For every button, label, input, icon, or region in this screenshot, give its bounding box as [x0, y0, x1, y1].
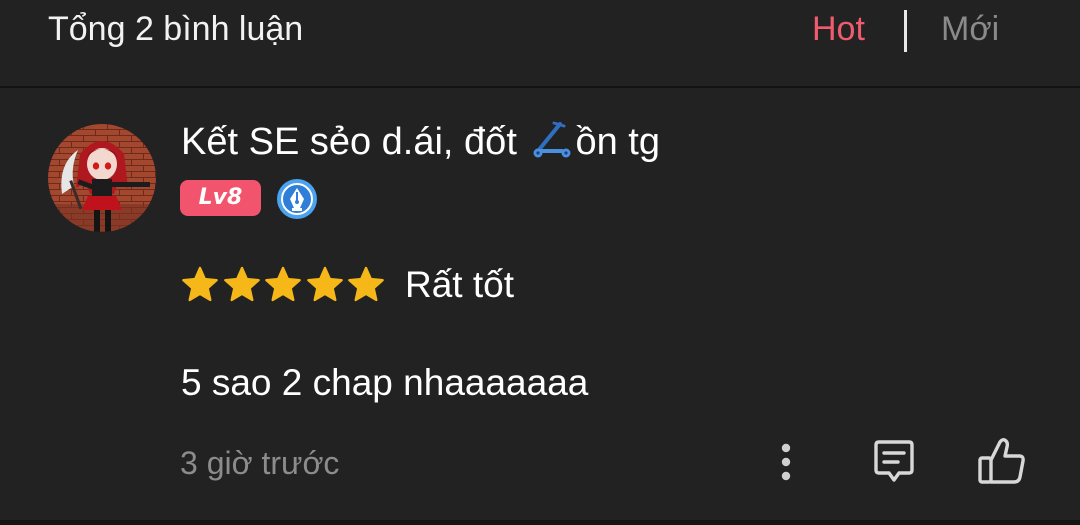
reply-comment-icon — [874, 440, 914, 482]
bottom-divider — [0, 520, 1080, 525]
pen-nib-badge-icon — [277, 179, 317, 219]
username-text-end: ồn tg — [575, 121, 660, 163]
star-icon — [348, 266, 384, 302]
reply-button[interactable] — [866, 434, 922, 490]
tab-hot[interactable]: Hot — [812, 8, 865, 50]
star-icon — [182, 266, 218, 302]
avatar[interactable] — [48, 124, 156, 232]
username[interactable]: Kết SE sẻo d.ái, đốt ồn tg — [181, 118, 660, 166]
total-comments-label: Tổng 2 bình luận — [48, 10, 304, 48]
comment-text: 5 sao 2 chap nhaaaaaaa — [181, 362, 589, 403]
comment-item: Kết SE sẻo d.ái, đốt ồn tg Lv8 Rất tốt 5… — [0, 88, 1080, 525]
like-button[interactable] — [972, 432, 1032, 492]
thumbs-up-icon — [978, 438, 1025, 484]
username-text-start: Kết SE sẻo d.ái, đốt — [181, 121, 528, 163]
more-options-button[interactable] — [766, 438, 806, 486]
star-icon — [306, 266, 343, 302]
star-icon — [265, 266, 301, 302]
level-badge: Lv8 — [180, 180, 261, 216]
more-vertical-icon — [781, 443, 791, 481]
star-icon — [223, 266, 260, 302]
tab-divider — [904, 10, 907, 52]
comments-header: Tổng 2 bình luận Hot Mới — [0, 0, 1080, 88]
comment-timestamp: 3 giờ trước — [180, 445, 340, 481]
avatar-image — [48, 124, 156, 232]
tab-new[interactable]: Mới — [941, 8, 999, 50]
rating-stars — [180, 265, 388, 305]
kick-scooter-icon — [533, 121, 571, 158]
rating-label: Rất tốt — [405, 264, 514, 305]
